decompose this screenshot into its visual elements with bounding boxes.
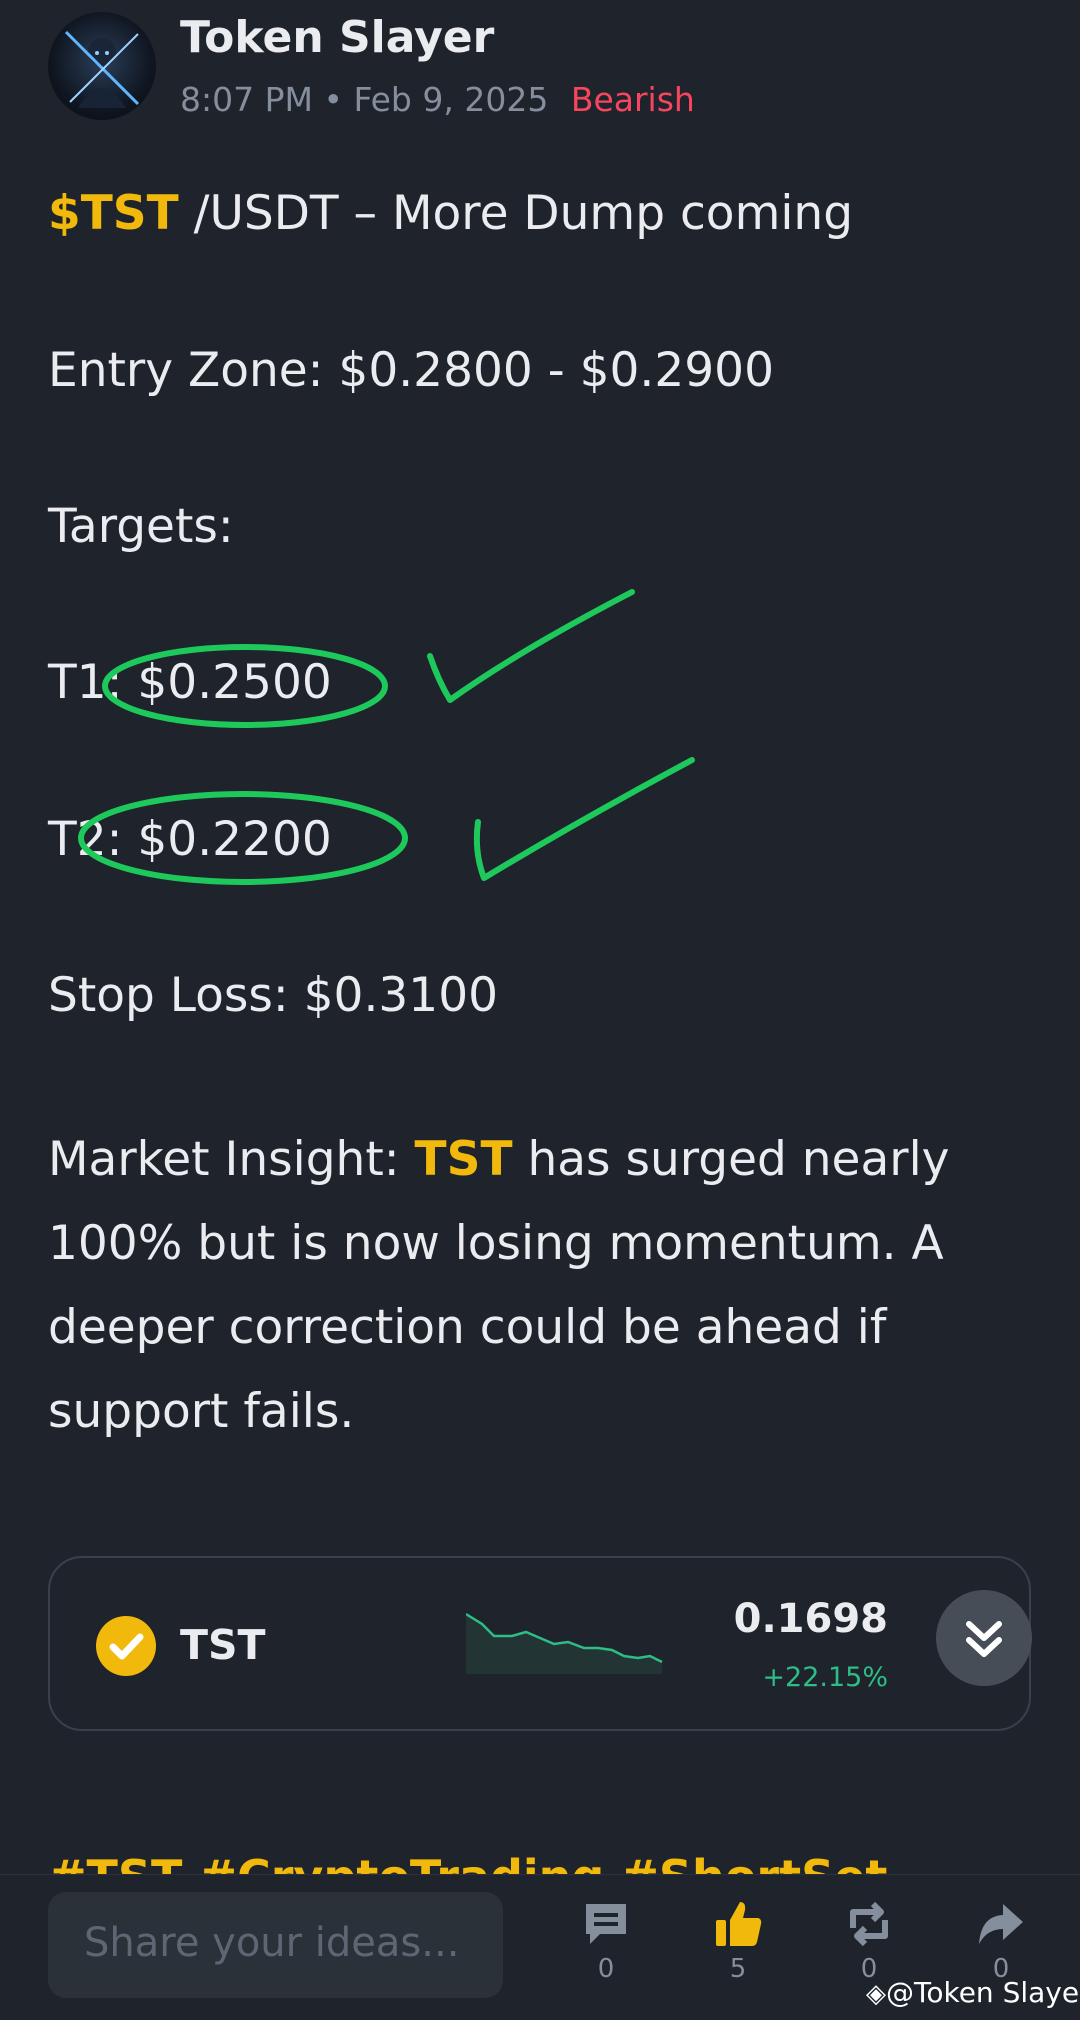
post-meta: 8:07 PM • Feb 9, 2025 Bearish: [180, 80, 695, 119]
market-insight: Market Insight: TST has surged nearly 10…: [48, 1118, 1048, 1454]
watermark-text: @Token Slayer: [886, 1976, 1080, 2009]
cashtag-link[interactable]: $TST: [48, 186, 179, 241]
share-arrow-icon: [979, 1904, 1023, 1944]
like-button[interactable]: 5: [698, 1898, 778, 1984]
share-button[interactable]: 0: [961, 1898, 1041, 1984]
sentiment-badge: Bearish: [570, 80, 695, 119]
repost-icon: [850, 1901, 888, 1947]
author-name[interactable]: Token Slayer: [180, 12, 494, 63]
comment-button[interactable]: 0: [566, 1898, 646, 1984]
post-date: Feb 9, 2025: [353, 80, 549, 119]
chevrons-down-icon: [966, 1621, 1002, 1657]
check-icon-t2: [473, 757, 695, 881]
check-icon-t1: [427, 589, 635, 703]
thumbs-up-icon: [716, 1902, 762, 1946]
share-ideas-placeholder: Share your ideas...: [84, 1920, 460, 1966]
circle-mark-t1: [102, 644, 388, 728]
like-count: 5: [729, 1954, 747, 1984]
avatar-artwork-icon: [64, 30, 140, 108]
sparkline-chart: [466, 1612, 663, 1674]
insight-ticker-link[interactable]: TST: [415, 1132, 513, 1187]
targets-label: Targets:: [48, 499, 234, 554]
comment-count: 0: [597, 1954, 615, 1984]
meta-separator: •: [323, 80, 354, 119]
stop-loss: Stop Loss: $0.3100: [48, 968, 499, 1023]
author-avatar[interactable]: [48, 12, 156, 120]
check-circle-icon: [96, 1616, 156, 1676]
ticker-symbol: TST: [180, 1621, 266, 1669]
post-time: 8:07 PM: [180, 80, 313, 119]
entry-zone: Entry Zone: $0.2800 - $0.2900: [48, 343, 774, 398]
circle-mark-t2: [78, 791, 408, 885]
watermark: ◈@Token Slayer: [866, 1976, 1080, 2009]
scroll-down-button[interactable]: [936, 1590, 1032, 1686]
post-title: $TST /USDT – More Dump coming: [48, 186, 853, 241]
post-title-text: /USDT – More Dump coming: [178, 186, 854, 241]
ticker-change: +22.15%: [762, 1662, 888, 1693]
comment-icon: [586, 1904, 626, 1944]
binance-logo-icon: ◈: [866, 1979, 886, 2009]
hand-drawn-annotations: [78, 589, 695, 885]
repost-button[interactable]: 0: [829, 1898, 909, 1984]
insight-prefix: Market Insight:: [48, 1132, 415, 1187]
ticker-price: 0.1698: [733, 1596, 888, 1642]
